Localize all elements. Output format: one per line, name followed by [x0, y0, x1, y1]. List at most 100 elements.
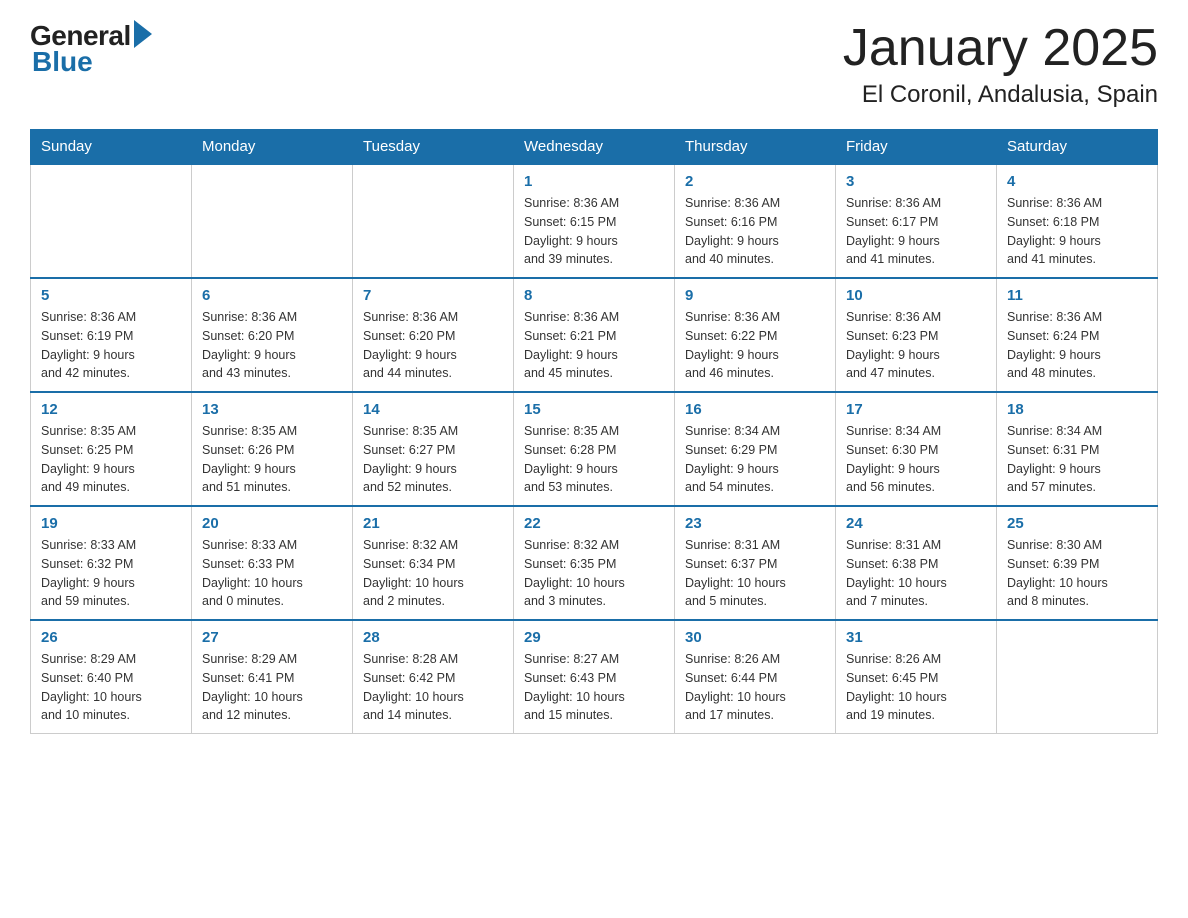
- calendar-cell: 25 Sunrise: 8:30 AMSunset: 6:39 PMDayligh…: [997, 506, 1158, 620]
- calendar-cell: 5 Sunrise: 8:36 AMSunset: 6:19 PMDaylight…: [31, 278, 192, 392]
- week-row-1: 1 Sunrise: 8:36 AMSunset: 6:15 PMDaylight…: [31, 164, 1158, 278]
- day-number: 25: [1007, 515, 1147, 532]
- calendar-cell: 11Sunrise: 8:36 AMSunset: 6:24 PMDayligh…: [997, 278, 1158, 392]
- day-number: 10: [846, 287, 986, 304]
- calendar-cell: 17 Sunrise: 8:34 AMSunset: 6:30 PMDayligh…: [836, 392, 997, 506]
- day-number: 18: [1007, 401, 1147, 418]
- calendar-cell: 18 Sunrise: 8:34 AMSunset: 6:31 PMDayligh…: [997, 392, 1158, 506]
- day-info: Sunrise: 8:26 AMSunset: 6:45 PMDaylight:…: [846, 650, 986, 725]
- day-info: Sunrise: 8:36 AMSunset: 6:22 PMDaylight:…: [685, 308, 825, 383]
- calendar-cell: 2Sunrise: 8:36 AMSunset: 6:16 PMDaylight…: [675, 164, 836, 278]
- day-number: 11: [1007, 287, 1147, 304]
- logo: General Blue: [30, 20, 152, 78]
- calendar-cell: 1 Sunrise: 8:36 AMSunset: 6:15 PMDaylight…: [514, 164, 675, 278]
- week-row-2: 5 Sunrise: 8:36 AMSunset: 6:19 PMDaylight…: [31, 278, 1158, 392]
- day-info: Sunrise: 8:36 AMSunset: 6:18 PMDaylight:…: [1007, 194, 1147, 269]
- title-block: January 2025 El Coronil, Andalusia, Spai…: [843, 20, 1158, 109]
- calendar-cell: 28 Sunrise: 8:28 AMSunset: 6:42 PMDayligh…: [353, 620, 514, 734]
- calendar-cell: [31, 164, 192, 278]
- calendar-cell: 14Sunrise: 8:35 AMSunset: 6:27 PMDayligh…: [353, 392, 514, 506]
- day-info: Sunrise: 8:36 AMSunset: 6:17 PMDaylight:…: [846, 194, 986, 269]
- calendar-cell: 27 Sunrise: 8:29 AMSunset: 6:41 PMDayligh…: [192, 620, 353, 734]
- day-info: Sunrise: 8:29 AMSunset: 6:40 PMDaylight:…: [41, 650, 181, 725]
- calendar-cell: [192, 164, 353, 278]
- calendar-cell: 20 Sunrise: 8:33 AMSunset: 6:33 PMDayligh…: [192, 506, 353, 620]
- calendar-cell: 7 Sunrise: 8:36 AMSunset: 6:20 PMDaylight…: [353, 278, 514, 392]
- calendar-cell: 9 Sunrise: 8:36 AMSunset: 6:22 PMDaylight…: [675, 278, 836, 392]
- logo-arrow-icon: [134, 20, 152, 48]
- day-info: Sunrise: 8:36 AMSunset: 6:16 PMDaylight:…: [685, 194, 825, 269]
- week-row-3: 12 Sunrise: 8:35 AMSunset: 6:25 PMDayligh…: [31, 392, 1158, 506]
- calendar-cell: 8Sunrise: 8:36 AMSunset: 6:21 PMDaylight…: [514, 278, 675, 392]
- calendar-cell: 12 Sunrise: 8:35 AMSunset: 6:25 PMDayligh…: [31, 392, 192, 506]
- day-number: 20: [202, 515, 342, 532]
- day-info: Sunrise: 8:32 AMSunset: 6:34 PMDaylight:…: [363, 536, 503, 611]
- calendar-header-thursday: Thursday: [675, 130, 836, 165]
- page-header: General Blue January 2025 El Coronil, An…: [30, 20, 1158, 109]
- day-info: Sunrise: 8:29 AMSunset: 6:41 PMDaylight:…: [202, 650, 342, 725]
- calendar-cell: 29 Sunrise: 8:27 AMSunset: 6:43 PMDayligh…: [514, 620, 675, 734]
- day-info: Sunrise: 8:35 AMSunset: 6:28 PMDaylight:…: [524, 422, 664, 497]
- calendar-cell: 22Sunrise: 8:32 AMSunset: 6:35 PMDayligh…: [514, 506, 675, 620]
- calendar-cell: [997, 620, 1158, 734]
- calendar-cell: 19Sunrise: 8:33 AMSunset: 6:32 PMDayligh…: [31, 506, 192, 620]
- day-number: 1: [524, 173, 664, 190]
- day-number: 12: [41, 401, 181, 418]
- logo-blue-text: Blue: [32, 46, 93, 78]
- calendar-cell: 23 Sunrise: 8:31 AMSunset: 6:37 PMDayligh…: [675, 506, 836, 620]
- week-row-4: 19Sunrise: 8:33 AMSunset: 6:32 PMDayligh…: [31, 506, 1158, 620]
- week-row-5: 26 Sunrise: 8:29 AMSunset: 6:40 PMDayligh…: [31, 620, 1158, 734]
- day-number: 7: [363, 287, 503, 304]
- day-info: Sunrise: 8:36 AMSunset: 6:23 PMDaylight:…: [846, 308, 986, 383]
- day-info: Sunrise: 8:36 AMSunset: 6:15 PMDaylight:…: [524, 194, 664, 269]
- calendar-cell: 15 Sunrise: 8:35 AMSunset: 6:28 PMDayligh…: [514, 392, 675, 506]
- calendar-cell: 16Sunrise: 8:34 AMSunset: 6:29 PMDayligh…: [675, 392, 836, 506]
- day-number: 3: [846, 173, 986, 190]
- day-number: 6: [202, 287, 342, 304]
- calendar-table: SundayMondayTuesdayWednesdayThursdayFrid…: [30, 129, 1158, 734]
- day-info: Sunrise: 8:34 AMSunset: 6:31 PMDaylight:…: [1007, 422, 1147, 497]
- day-number: 4: [1007, 173, 1147, 190]
- day-info: Sunrise: 8:26 AMSunset: 6:44 PMDaylight:…: [685, 650, 825, 725]
- calendar-header-wednesday: Wednesday: [514, 130, 675, 165]
- day-info: Sunrise: 8:34 AMSunset: 6:30 PMDaylight:…: [846, 422, 986, 497]
- calendar-header-saturday: Saturday: [997, 130, 1158, 165]
- day-info: Sunrise: 8:31 AMSunset: 6:38 PMDaylight:…: [846, 536, 986, 611]
- day-number: 30: [685, 629, 825, 646]
- day-info: Sunrise: 8:30 AMSunset: 6:39 PMDaylight:…: [1007, 536, 1147, 611]
- calendar-cell: 21 Sunrise: 8:32 AMSunset: 6:34 PMDayligh…: [353, 506, 514, 620]
- day-number: 17: [846, 401, 986, 418]
- calendar-cell: 30 Sunrise: 8:26 AMSunset: 6:44 PMDayligh…: [675, 620, 836, 734]
- day-number: 22: [524, 515, 664, 532]
- calendar-cell: 26 Sunrise: 8:29 AMSunset: 6:40 PMDayligh…: [31, 620, 192, 734]
- day-number: 29: [524, 629, 664, 646]
- day-number: 28: [363, 629, 503, 646]
- day-number: 21: [363, 515, 503, 532]
- day-number: 9: [685, 287, 825, 304]
- day-number: 26: [41, 629, 181, 646]
- calendar-cell: [353, 164, 514, 278]
- day-number: 8: [524, 287, 664, 304]
- calendar-cell: 10 Sunrise: 8:36 AMSunset: 6:23 PMDayligh…: [836, 278, 997, 392]
- day-info: Sunrise: 8:31 AMSunset: 6:37 PMDaylight:…: [685, 536, 825, 611]
- day-info: Sunrise: 8:35 AMSunset: 6:26 PMDaylight:…: [202, 422, 342, 497]
- calendar-cell: 6Sunrise: 8:36 AMSunset: 6:20 PMDaylight…: [192, 278, 353, 392]
- day-info: Sunrise: 8:33 AMSunset: 6:33 PMDaylight:…: [202, 536, 342, 611]
- day-info: Sunrise: 8:36 AMSunset: 6:20 PMDaylight:…: [363, 308, 503, 383]
- day-number: 27: [202, 629, 342, 646]
- calendar-cell: 31Sunrise: 8:26 AMSunset: 6:45 PMDayligh…: [836, 620, 997, 734]
- day-number: 19: [41, 515, 181, 532]
- calendar-cell: 24 Sunrise: 8:31 AMSunset: 6:38 PMDayligh…: [836, 506, 997, 620]
- day-number: 14: [363, 401, 503, 418]
- calendar-header-row: SundayMondayTuesdayWednesdayThursdayFrid…: [31, 130, 1158, 165]
- day-info: Sunrise: 8:28 AMSunset: 6:42 PMDaylight:…: [363, 650, 503, 725]
- day-info: Sunrise: 8:35 AMSunset: 6:25 PMDaylight:…: [41, 422, 181, 497]
- day-number: 15: [524, 401, 664, 418]
- day-info: Sunrise: 8:36 AMSunset: 6:19 PMDaylight:…: [41, 308, 181, 383]
- calendar-header-sunday: Sunday: [31, 130, 192, 165]
- day-number: 5: [41, 287, 181, 304]
- day-number: 24: [846, 515, 986, 532]
- day-number: 23: [685, 515, 825, 532]
- day-info: Sunrise: 8:27 AMSunset: 6:43 PMDaylight:…: [524, 650, 664, 725]
- calendar-header-monday: Monday: [192, 130, 353, 165]
